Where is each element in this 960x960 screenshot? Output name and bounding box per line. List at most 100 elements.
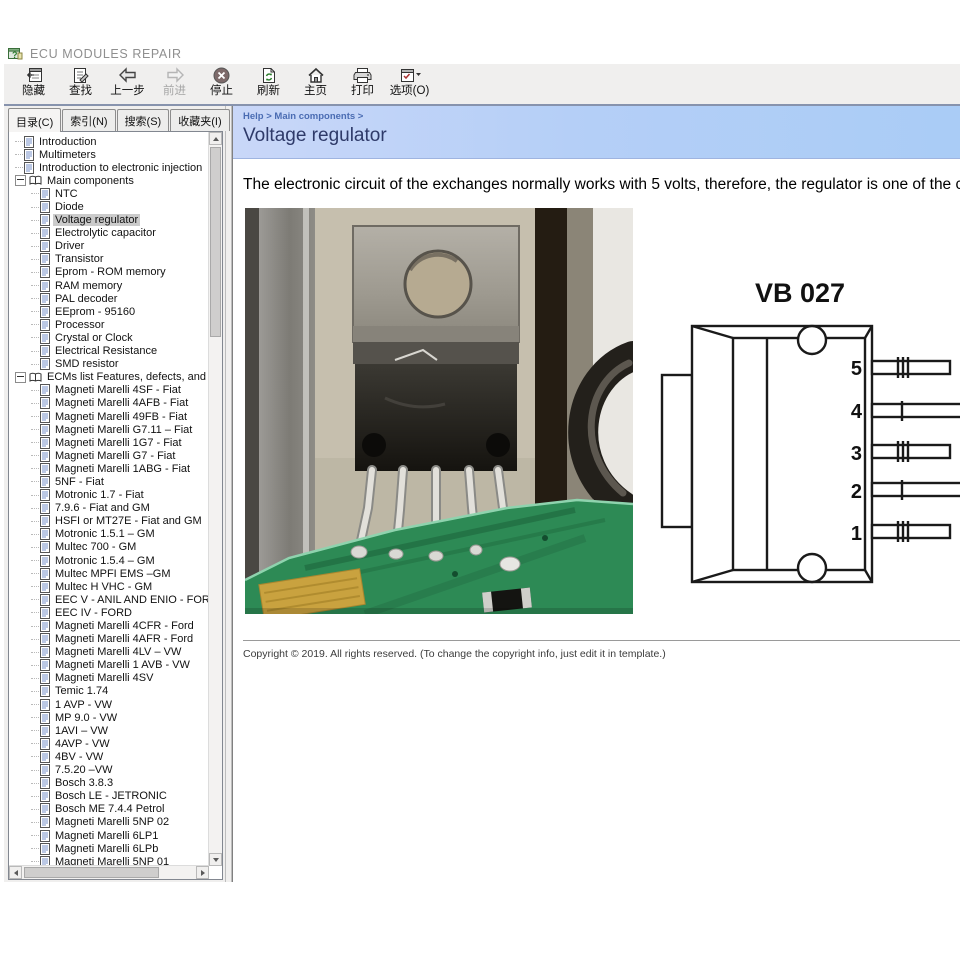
- tree-item[interactable]: Electrical Resistance: [9, 345, 209, 358]
- tree-item-label[interactable]: RAM memory: [53, 280, 124, 292]
- tree-item[interactable]: Multec H VHC - GM: [9, 580, 209, 593]
- tree-item-label[interactable]: Magneti Marelli 4CFR - Ford: [53, 620, 196, 632]
- tree-item-label[interactable]: 7.5.20 –VW: [53, 764, 114, 776]
- tree-item[interactable]: Motronic 1.5.1 – GM: [9, 528, 209, 541]
- vertical-scroll-thumb[interactable]: [210, 147, 221, 337]
- tree-item-label[interactable]: Multec H VHC - GM: [53, 581, 154, 593]
- tree-item-label[interactable]: 4BV - VW: [53, 751, 105, 763]
- tree-item[interactable]: Magneti Marelli 4SF - Fiat: [9, 384, 209, 397]
- tree-item[interactable]: Multec MPFI EMS –GM: [9, 567, 209, 580]
- scroll-up-button[interactable]: [209, 132, 222, 145]
- tree-item-label[interactable]: 7.9.6 - Fiat and GM: [53, 502, 152, 514]
- tree-item-label[interactable]: Magneti Marelli G7 - Fiat: [53, 450, 177, 462]
- tree-item[interactable]: Magneti Marelli 4SV: [9, 672, 209, 685]
- tree-vertical-scrollbar[interactable]: [208, 132, 222, 866]
- nav-tab-favorites[interactable]: 收藏夹(I): [170, 109, 229, 131]
- tree-item-label[interactable]: Magneti Marelli 6LP1: [53, 830, 160, 842]
- tree-item-label[interactable]: 1AVI – VW: [53, 725, 110, 737]
- tree-item[interactable]: Magneti Marelli 4LV – VW: [9, 646, 209, 659]
- tree-item[interactable]: Motronic 1.5.4 – GM: [9, 554, 209, 567]
- tree-item-label[interactable]: Magneti Marelli G7.11 – Fiat: [53, 424, 194, 436]
- tree-item[interactable]: Eprom - ROM memory: [9, 266, 209, 279]
- tree-book-item[interactable]: ECMs list Features, defects, and repair: [9, 371, 209, 384]
- tree-item[interactable]: Crystal or Clock: [9, 331, 209, 344]
- tree-item-label[interactable]: Magneti Marelli 1 AVB - VW: [53, 659, 192, 671]
- tree-item-label[interactable]: Eprom - ROM memory: [53, 266, 168, 278]
- breadcrumb[interactable]: Help > Main components >: [243, 111, 960, 122]
- nav-tab-index[interactable]: 索引(N): [62, 109, 115, 131]
- tree-item[interactable]: Magneti Marelli 4AFR - Ford: [9, 633, 209, 646]
- tree-item[interactable]: Transistor: [9, 253, 209, 266]
- tree-item[interactable]: Temic 1.74: [9, 685, 209, 698]
- tree-item-label[interactable]: ECMs list Features, defects, and repair: [45, 371, 209, 383]
- tree-item-label[interactable]: Diode: [53, 201, 86, 213]
- tree-item[interactable]: 4BV - VW: [9, 750, 209, 763]
- nav-tab-search[interactable]: 搜索(S): [117, 109, 170, 131]
- tree-item[interactable]: Electrolytic capacitor: [9, 227, 209, 240]
- tree-item-label[interactable]: Magneti Marelli 1ABG - Fiat: [53, 463, 192, 475]
- scroll-down-button[interactable]: [209, 853, 222, 866]
- tree-item-label[interactable]: Magneti Marelli 5NP 02: [53, 816, 171, 828]
- tree-item[interactable]: Magneti Marelli 4CFR - Ford: [9, 619, 209, 632]
- tree-item[interactable]: 1 AVP - VW: [9, 698, 209, 711]
- tree-horizontal-scrollbar[interactable]: [9, 865, 209, 879]
- tree-item-label[interactable]: 5NF - Fiat: [53, 476, 106, 488]
- tree-item[interactable]: Magneti Marelli 4AFB - Fiat: [9, 397, 209, 410]
- collapse-toggle-icon[interactable]: [15, 175, 26, 186]
- tree-item[interactable]: RAM memory: [9, 279, 209, 292]
- tree-item[interactable]: NTC: [9, 187, 209, 200]
- tree-item-label[interactable]: Crystal or Clock: [53, 332, 135, 344]
- tree-item-label[interactable]: Electrical Resistance: [53, 345, 159, 357]
- tree-item-label[interactable]: Bosch LE - JETRONIC: [53, 790, 169, 802]
- tree-item-label[interactable]: Magneti Marelli 4AFB - Fiat: [53, 397, 190, 409]
- tree-item[interactable]: Multimeters: [9, 148, 209, 161]
- tree-item[interactable]: Magneti Marelli 6LPb: [9, 842, 209, 855]
- tree-item[interactable]: Driver: [9, 240, 209, 253]
- tree-item[interactable]: Bosch LE - JETRONIC: [9, 790, 209, 803]
- tree-item-label[interactable]: Electrolytic capacitor: [53, 227, 158, 239]
- tree-item-label[interactable]: Processor: [53, 319, 107, 331]
- horizontal-scroll-thumb[interactable]: [24, 867, 159, 878]
- tree-item-label[interactable]: Driver: [53, 240, 86, 252]
- tree-book-item[interactable]: Main components: [9, 174, 209, 187]
- tree-item[interactable]: Processor: [9, 318, 209, 331]
- tree-item-label[interactable]: Magneti Marelli 1G7 - Fiat: [53, 437, 184, 449]
- tree-item[interactable]: EEC V - ANIL AND ENIO - FORD: [9, 593, 209, 606]
- toolbar-back-button[interactable]: 上一步: [104, 66, 151, 101]
- pane-splitter[interactable]: [225, 106, 232, 882]
- scroll-right-button[interactable]: [196, 866, 209, 879]
- toolbar-home-button[interactable]: 主页: [292, 66, 339, 101]
- tree-item[interactable]: Introduction: [9, 135, 209, 148]
- toolbar-refresh-button[interactable]: 刷新: [245, 66, 292, 101]
- tree-item-label[interactable]: Main components: [45, 175, 136, 187]
- tree-item-label[interactable]: EEC V - ANIL AND ENIO - FORD: [53, 594, 209, 606]
- tree-item-label[interactable]: PAL decoder: [53, 293, 119, 305]
- tree-item-label[interactable]: Multimeters: [37, 149, 98, 161]
- collapse-toggle-icon[interactable]: [15, 372, 26, 383]
- tree-item-label[interactable]: Multec MPFI EMS –GM: [53, 568, 173, 580]
- tree-item-label[interactable]: Multec 700 - GM: [53, 541, 138, 553]
- tree-item-label[interactable]: Magneti Marelli 4SV: [53, 672, 155, 684]
- tree-item[interactable]: Magneti Marelli G7 - Fiat: [9, 449, 209, 462]
- tree-item[interactable]: SMD resistor: [9, 358, 209, 371]
- tree-item[interactable]: Magneti Marelli 1 AVB - VW: [9, 659, 209, 672]
- tree-item[interactable]: Introduction to electronic injection: [9, 161, 209, 174]
- tree-item-label[interactable]: MP 9.0 - VW: [53, 712, 119, 724]
- toolbar-options-button[interactable]: 选项(O): [386, 66, 433, 101]
- tree-item-label[interactable]: NTC: [53, 188, 80, 200]
- tree-item-label[interactable]: 1 AVP - VW: [53, 699, 114, 711]
- tree-item-label[interactable]: Magneti Marelli 4AFR - Ford: [53, 633, 195, 645]
- tree-item[interactable]: Bosch 3.8.3: [9, 777, 209, 790]
- scroll-left-button[interactable]: [9, 866, 22, 879]
- tree-item[interactable]: 7.9.6 - Fiat and GM: [9, 502, 209, 515]
- tree-item[interactable]: 7.5.20 –VW: [9, 764, 209, 777]
- toolbar-print-button[interactable]: 打印: [339, 66, 386, 101]
- tree-item-label[interactable]: HSFI or MT27E - Fiat and GM: [53, 515, 204, 527]
- tree-item[interactable]: PAL decoder: [9, 292, 209, 305]
- tree-item-label[interactable]: 4AVP - VW: [53, 738, 112, 750]
- tree-item[interactable]: Bosch ME 7.4.4 Petrol: [9, 803, 209, 816]
- tree-item-label[interactable]: Magneti Marelli 6LPb: [53, 843, 160, 855]
- tree-item[interactable]: HSFI or MT27E - Fiat and GM: [9, 515, 209, 528]
- tree-item[interactable]: Magneti Marelli 49FB - Fiat: [9, 410, 209, 423]
- tree-item[interactable]: Magneti Marelli 1G7 - Fiat: [9, 436, 209, 449]
